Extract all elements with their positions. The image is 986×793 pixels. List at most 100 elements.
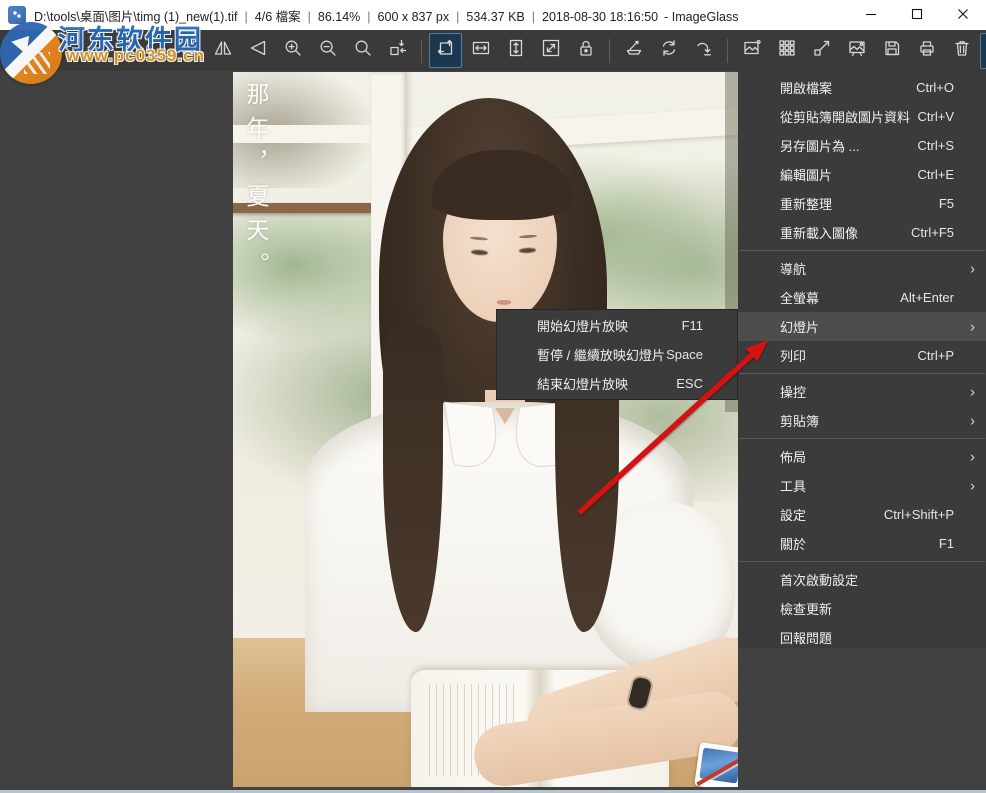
- menu-item-check-for-update[interactable]: 檢查更新: [738, 594, 986, 623]
- flip-horizontal-button[interactable]: [206, 33, 239, 68]
- menu-item-shortcut: Ctrl+O: [916, 80, 954, 95]
- refresh-button[interactable]: [652, 33, 685, 68]
- photo-girl-mouth: [497, 300, 511, 305]
- menu-item-shortcut: Ctrl+P: [918, 348, 954, 363]
- menu-item-save-image-as[interactable]: 另存圖片為 ...Ctrl+S: [738, 131, 986, 160]
- menu-item-label: 佈局: [780, 447, 954, 466]
- menu-item-shortcut: Ctrl+S: [918, 138, 954, 153]
- menu-item-start-slideshow[interactable]: 開始幻燈片放映F11: [497, 311, 737, 340]
- zoom-out-button[interactable]: [311, 33, 344, 68]
- menu-item-label: 全螢幕: [780, 288, 900, 307]
- menu-item-label: 工具: [780, 476, 954, 495]
- menu-separator: [739, 561, 985, 562]
- scale-to-fit-button[interactable]: [381, 33, 414, 68]
- menu-item-label: 首次啟動設定: [780, 570, 954, 589]
- watermark-logo: [0, 22, 62, 84]
- image-canvas[interactable]: 那年，夏天。: [233, 72, 738, 787]
- menu-item-shortcut: Ctrl+Shift+P: [884, 507, 954, 522]
- main-menu-popup: 開啟檔案Ctrl+O從剪貼簿開啟圖片資料Ctrl+V另存圖片為 ...Ctrl+…: [738, 71, 986, 648]
- close-button[interactable]: [940, 0, 986, 30]
- scale-to-fit-icon: [388, 38, 408, 63]
- slideshow-icon: [847, 38, 867, 63]
- zoom-in-icon: [283, 38, 303, 63]
- menu-item-label: 設定: [780, 505, 884, 524]
- save-image-icon: [882, 38, 902, 63]
- menu-item-shortcut: ESC: [676, 376, 703, 391]
- full-screen-button[interactable]: [805, 33, 838, 68]
- thumbnail-bar-button[interactable]: [770, 33, 803, 68]
- menu-item-slideshow[interactable]: 幻燈片›: [738, 312, 986, 341]
- menu-item-edit-image[interactable]: 編輯圖片Ctrl+E: [738, 160, 986, 189]
- submenu-arrow-icon: ›: [970, 449, 975, 464]
- minimize-icon: [865, 8, 877, 23]
- flip-horizontal-icon: [213, 38, 233, 63]
- menu-item-layout[interactable]: 佈局 ›: [738, 442, 986, 471]
- submenu-arrow-icon: ›: [970, 319, 975, 334]
- print-image-button[interactable]: [910, 33, 943, 68]
- lock-zoom-button[interactable]: [569, 33, 602, 68]
- slideshow-submenu-popup: 開始幻燈片放映F11暫停 / 繼續放映幻燈片Space結束幻燈片放映ESC: [496, 309, 738, 400]
- save-image-button[interactable]: [875, 33, 908, 68]
- actual-size-button[interactable]: [346, 33, 379, 68]
- scale-to-height-button[interactable]: [499, 33, 532, 68]
- menu-item-print[interactable]: 列印Ctrl+P: [738, 341, 986, 370]
- menu-item-label: 關於: [780, 534, 939, 553]
- auto-zoom-button[interactable]: [429, 33, 462, 68]
- checkerboard-button[interactable]: [735, 33, 768, 68]
- menu-item-about[interactable]: 關於F1: [738, 529, 986, 558]
- scale-to-height-icon: [506, 38, 526, 63]
- flip-vertical-icon: [248, 38, 268, 63]
- toolbar-separator: [421, 39, 422, 63]
- toolbar-separator: [609, 39, 610, 63]
- scale-to-width-button[interactable]: [464, 33, 497, 68]
- menu-item-label: 列印: [780, 346, 918, 365]
- menu-item-settings[interactable]: 設定Ctrl+Shift+P: [738, 500, 986, 529]
- menu-item-reload-image[interactable]: 重新載入圖像Ctrl+F5: [738, 218, 986, 247]
- delete-image-icon: [952, 38, 972, 63]
- menu-item-open-file[interactable]: 開啟檔案Ctrl+O: [738, 73, 986, 102]
- menu-item-label: 回報問題: [780, 628, 954, 647]
- convert-image-button[interactable]: [687, 33, 720, 68]
- menu-item-manipulation[interactable]: 操控›: [738, 377, 986, 406]
- menu-item-tools[interactable]: 工具›: [738, 471, 986, 500]
- submenu-arrow-icon: ›: [970, 413, 975, 428]
- menu-item-pause-resume-slideshow[interactable]: 暫停 / 繼續放映幻燈片Space: [497, 340, 737, 369]
- menu-item-shortcut: F1: [939, 536, 954, 551]
- menu-item-clipboard[interactable]: 剪貼簿›: [738, 406, 986, 435]
- flip-vertical-button[interactable]: [241, 33, 274, 68]
- title-segment: 600 x 837 px: [378, 10, 450, 24]
- title-segment: 534.37 KB: [466, 10, 524, 24]
- scale-to-width-icon: [471, 38, 491, 63]
- menu-item-shortcut: Space: [666, 347, 703, 362]
- menu-item-label: 檢查更新: [780, 599, 954, 618]
- app-icon[interactable]: [8, 6, 26, 24]
- main-menu-button[interactable]: [980, 33, 986, 69]
- maximize-button[interactable]: [894, 0, 940, 30]
- zoom-in-button[interactable]: [276, 33, 309, 68]
- menu-item-report-issue[interactable]: 回報問題: [738, 623, 986, 652]
- title-separator: |: [245, 10, 248, 24]
- title-separator: |: [308, 10, 311, 24]
- slideshow-button[interactable]: [840, 33, 873, 68]
- zoom-to-fit-button[interactable]: [534, 33, 567, 68]
- menu-item-label: 從剪貼簿開啟圖片資料: [780, 107, 918, 126]
- menu-item-label: 編輯圖片: [780, 165, 918, 184]
- thumbnail-bar-icon: [777, 38, 797, 63]
- delete-image-button[interactable]: [945, 33, 978, 68]
- menu-item-first-launch-settings[interactable]: 首次啟動設定: [738, 565, 986, 594]
- menu-item-shortcut: Ctrl+V: [918, 109, 954, 124]
- photo-caption-text: 那年，夏天。: [238, 82, 272, 362]
- menu-item-full-screen[interactable]: 全螢幕Alt+Enter: [738, 283, 986, 312]
- menu-item-exit-slideshow[interactable]: 結束幻燈片放映ESC: [497, 369, 737, 398]
- imageglass-window: D:\tools\桌面\图片\timg (1)_new(1).tif|4/6 檔…: [0, 0, 986, 793]
- menu-item-navigation[interactable]: 導航›: [738, 254, 986, 283]
- edit-image-button[interactable]: [617, 33, 650, 68]
- minimize-button[interactable]: [848, 0, 894, 30]
- menu-item-refresh[interactable]: 重新整理F5: [738, 189, 986, 218]
- title-separator: |: [367, 10, 370, 24]
- submenu-arrow-icon: ›: [970, 384, 975, 399]
- menu-separator: [739, 250, 985, 251]
- menu-item-label: 重新整理: [780, 194, 939, 213]
- lock-zoom-icon: [576, 38, 596, 63]
- menu-item-open-from-clipboard[interactable]: 從剪貼簿開啟圖片資料Ctrl+V: [738, 102, 986, 131]
